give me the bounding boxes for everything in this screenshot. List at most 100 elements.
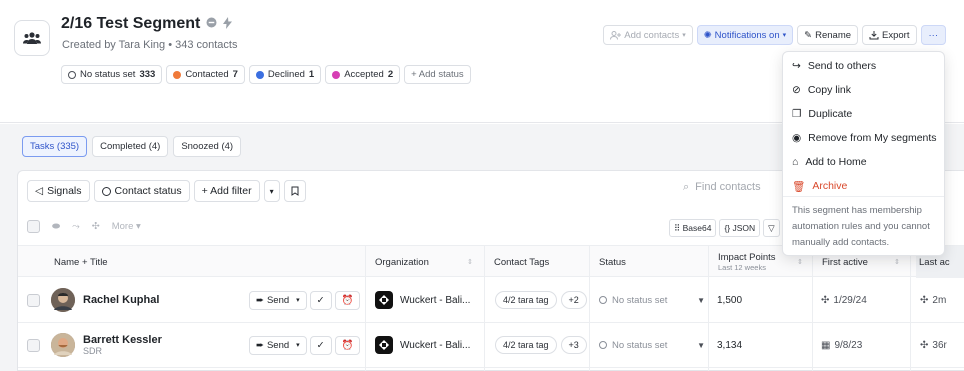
slack-icon: ✣ [920,294,929,306]
table-row[interactable]: Barrett Kessler SDR ➨ Send ▾ ✓ ⏰ Wuckert -… [18,323,964,368]
sort-icon[interactable]: ⇕ [797,258,803,266]
status-chips: No status set 333 Contacted 7 Declined 1 Ac… [61,65,471,84]
tags-cell: 4/2 tara tag +3 [495,323,587,367]
status-cell[interactable]: No status set ▼ [599,323,705,367]
status-chip-accepted[interactable]: Accepted 2 [325,65,401,84]
home-icon: ⌂ [792,156,799,168]
send-button[interactable]: ➨ Send ▾ [249,335,307,355]
filter-icon-button[interactable]: ▽ [763,219,780,237]
contact-name[interactable]: Barrett Kessler [83,334,162,346]
more-options-button[interactable]: ··· [920,25,946,45]
status-cell[interactable]: No status set ▼ [599,278,705,322]
lightning-icon [223,16,233,32]
sort-icon[interactable]: ⇕ [467,258,473,266]
menu-item-add-to-home[interactable]: ⌂ Add to Home [792,153,867,171]
snooze-button[interactable]: ⏰ [334,290,361,310]
column-organization[interactable]: Organization [375,246,429,278]
status-chip-none[interactable]: No status set 333 [61,65,163,84]
signals-filter-button[interactable]: ◁ Signals [27,180,90,202]
avatar [51,333,75,357]
notifications-button[interactable]: ✺ Notifications on ▾ [696,25,794,45]
menu-note: This segment has membership automation r… [792,205,930,248]
json-button[interactable]: {} JSON [719,219,761,237]
check-icon: ✓ [316,339,325,351]
contact-cell: Rachel Kuphal [51,278,159,322]
column-name[interactable]: Name + Title [54,246,108,278]
first-active-cell: ▦ 9/8/23 [821,339,863,351]
more-tags-badge[interactable]: +2 [560,291,587,309]
chevron-down-icon: ▾ [296,297,300,304]
sort-icon[interactable]: ⇕ [894,258,900,266]
add-status-button[interactable]: + Add status [404,65,471,84]
menu-item-archive[interactable]: 🗑 Archive [792,177,847,195]
first-active-cell: ✣ 1/29/24 [821,294,867,306]
send-controls: ➨ Send ▾ ✓ ⏰ [249,323,361,367]
info-icon[interactable] [206,17,217,31]
row-checkbox[interactable] [27,293,40,307]
circle-icon [599,296,607,304]
send-icon: ➨ [256,339,264,351]
tab-completed[interactable]: Completed (4) [92,136,169,157]
task-tabs: Tasks (335) Completed (4) Snoozed (4) [22,136,242,157]
search-input[interactable]: ⌕ Find contacts [683,181,761,194]
slack-icon: ✣ [821,294,830,306]
add-contacts-button[interactable]: Add contacts ▾ [603,25,693,45]
contact-status-filter-button[interactable]: Contact status [93,180,190,202]
slack-icon[interactable]: ✣ [92,221,100,232]
impact-points-cell: 3,134 [717,339,743,351]
contact-tag[interactable]: 4/2 tara tag [495,291,557,309]
status-chip-declined[interactable]: Declined 1 [248,65,322,84]
menu-item-remove-from-segments[interactable]: ◉ Remove from My segments [792,129,937,147]
trash-icon: 🗑 [792,180,806,193]
organization-name[interactable]: Wuckert - Bali... [400,340,470,351]
menu-item-duplicate[interactable]: ❐ Duplicate [792,105,852,123]
column-impact-points[interactable]: Impact Points Last 12 weeks [718,246,776,278]
row-checkbox-cell [27,278,40,322]
column-contact-tags[interactable]: Contact Tags [494,246,549,278]
contact-name[interactable]: Rachel Kuphal [83,294,159,306]
alarm-clock-icon: ⏰ [341,339,354,351]
complete-check-button[interactable]: ✓ [309,290,332,310]
caret-down-icon: ▼ [697,340,705,350]
base64-button[interactable]: ⠿ Base64 [669,219,717,237]
add-person-icon [610,30,622,40]
bulk-actions: ⬬ ⤳ ✣ More ▾ [27,220,141,233]
bell-icon: ✺ [703,29,712,41]
rename-button[interactable]: ✎ Rename [797,25,859,45]
organization-name[interactable]: Wuckert - Bali... [400,295,470,306]
add-filter-button[interactable]: + Add filter [193,180,260,202]
export-button[interactable]: Export [862,25,917,45]
pencil-icon: ✎ [804,29,813,41]
tab-snoozed[interactable]: Snoozed (4) [173,136,242,157]
last-active-cell: ✣ 2m [920,294,947,306]
row-checkbox[interactable] [27,338,40,352]
status-dot [68,70,76,79]
check-icon: ✓ [316,294,325,306]
select-all-checkbox[interactable] [27,220,40,233]
chevron-down-icon: ▾ [782,32,787,39]
send-icon: ➨ [256,294,264,306]
download-icon [869,31,879,40]
contact-tag[interactable]: 4/2 tara tag [495,336,557,354]
menu-item-send-to-others[interactable]: ↪ Send to others [792,57,876,75]
bulk-more-button[interactable]: More ▾ [112,221,141,232]
merge-icon[interactable]: ⤳ [72,221,80,232]
copy-icon: ❐ [792,108,802,120]
filter-dropdown-button[interactable]: ▾ [263,180,280,202]
tag-icon[interactable]: ⬬ [52,221,60,232]
send-button[interactable]: ➨ Send ▾ [249,290,307,310]
table-row[interactable]: Rachel Kuphal ➨ Send ▾ ✓ ⏰ Wuckert - Bali.… [18,278,964,323]
share-arrow-icon: ↪ [792,60,801,72]
status-chip-contacted[interactable]: Contacted 7 [166,65,245,84]
complete-check-button[interactable]: ✓ [309,335,332,355]
segment-people-icon [14,20,50,56]
bookmark-icon [291,186,299,196]
circle-icon [101,186,111,196]
menu-item-copy-link[interactable]: ⊘ Copy link [792,81,851,99]
column-status[interactable]: Status [599,246,626,278]
tab-tasks[interactable]: Tasks (335) [22,136,88,157]
more-tags-badge[interactable]: +3 [560,336,587,354]
organization-cell: Wuckert - Bali... [375,323,470,367]
snooze-button[interactable]: ⏰ [334,335,361,355]
bookmark-button[interactable] [283,180,306,202]
